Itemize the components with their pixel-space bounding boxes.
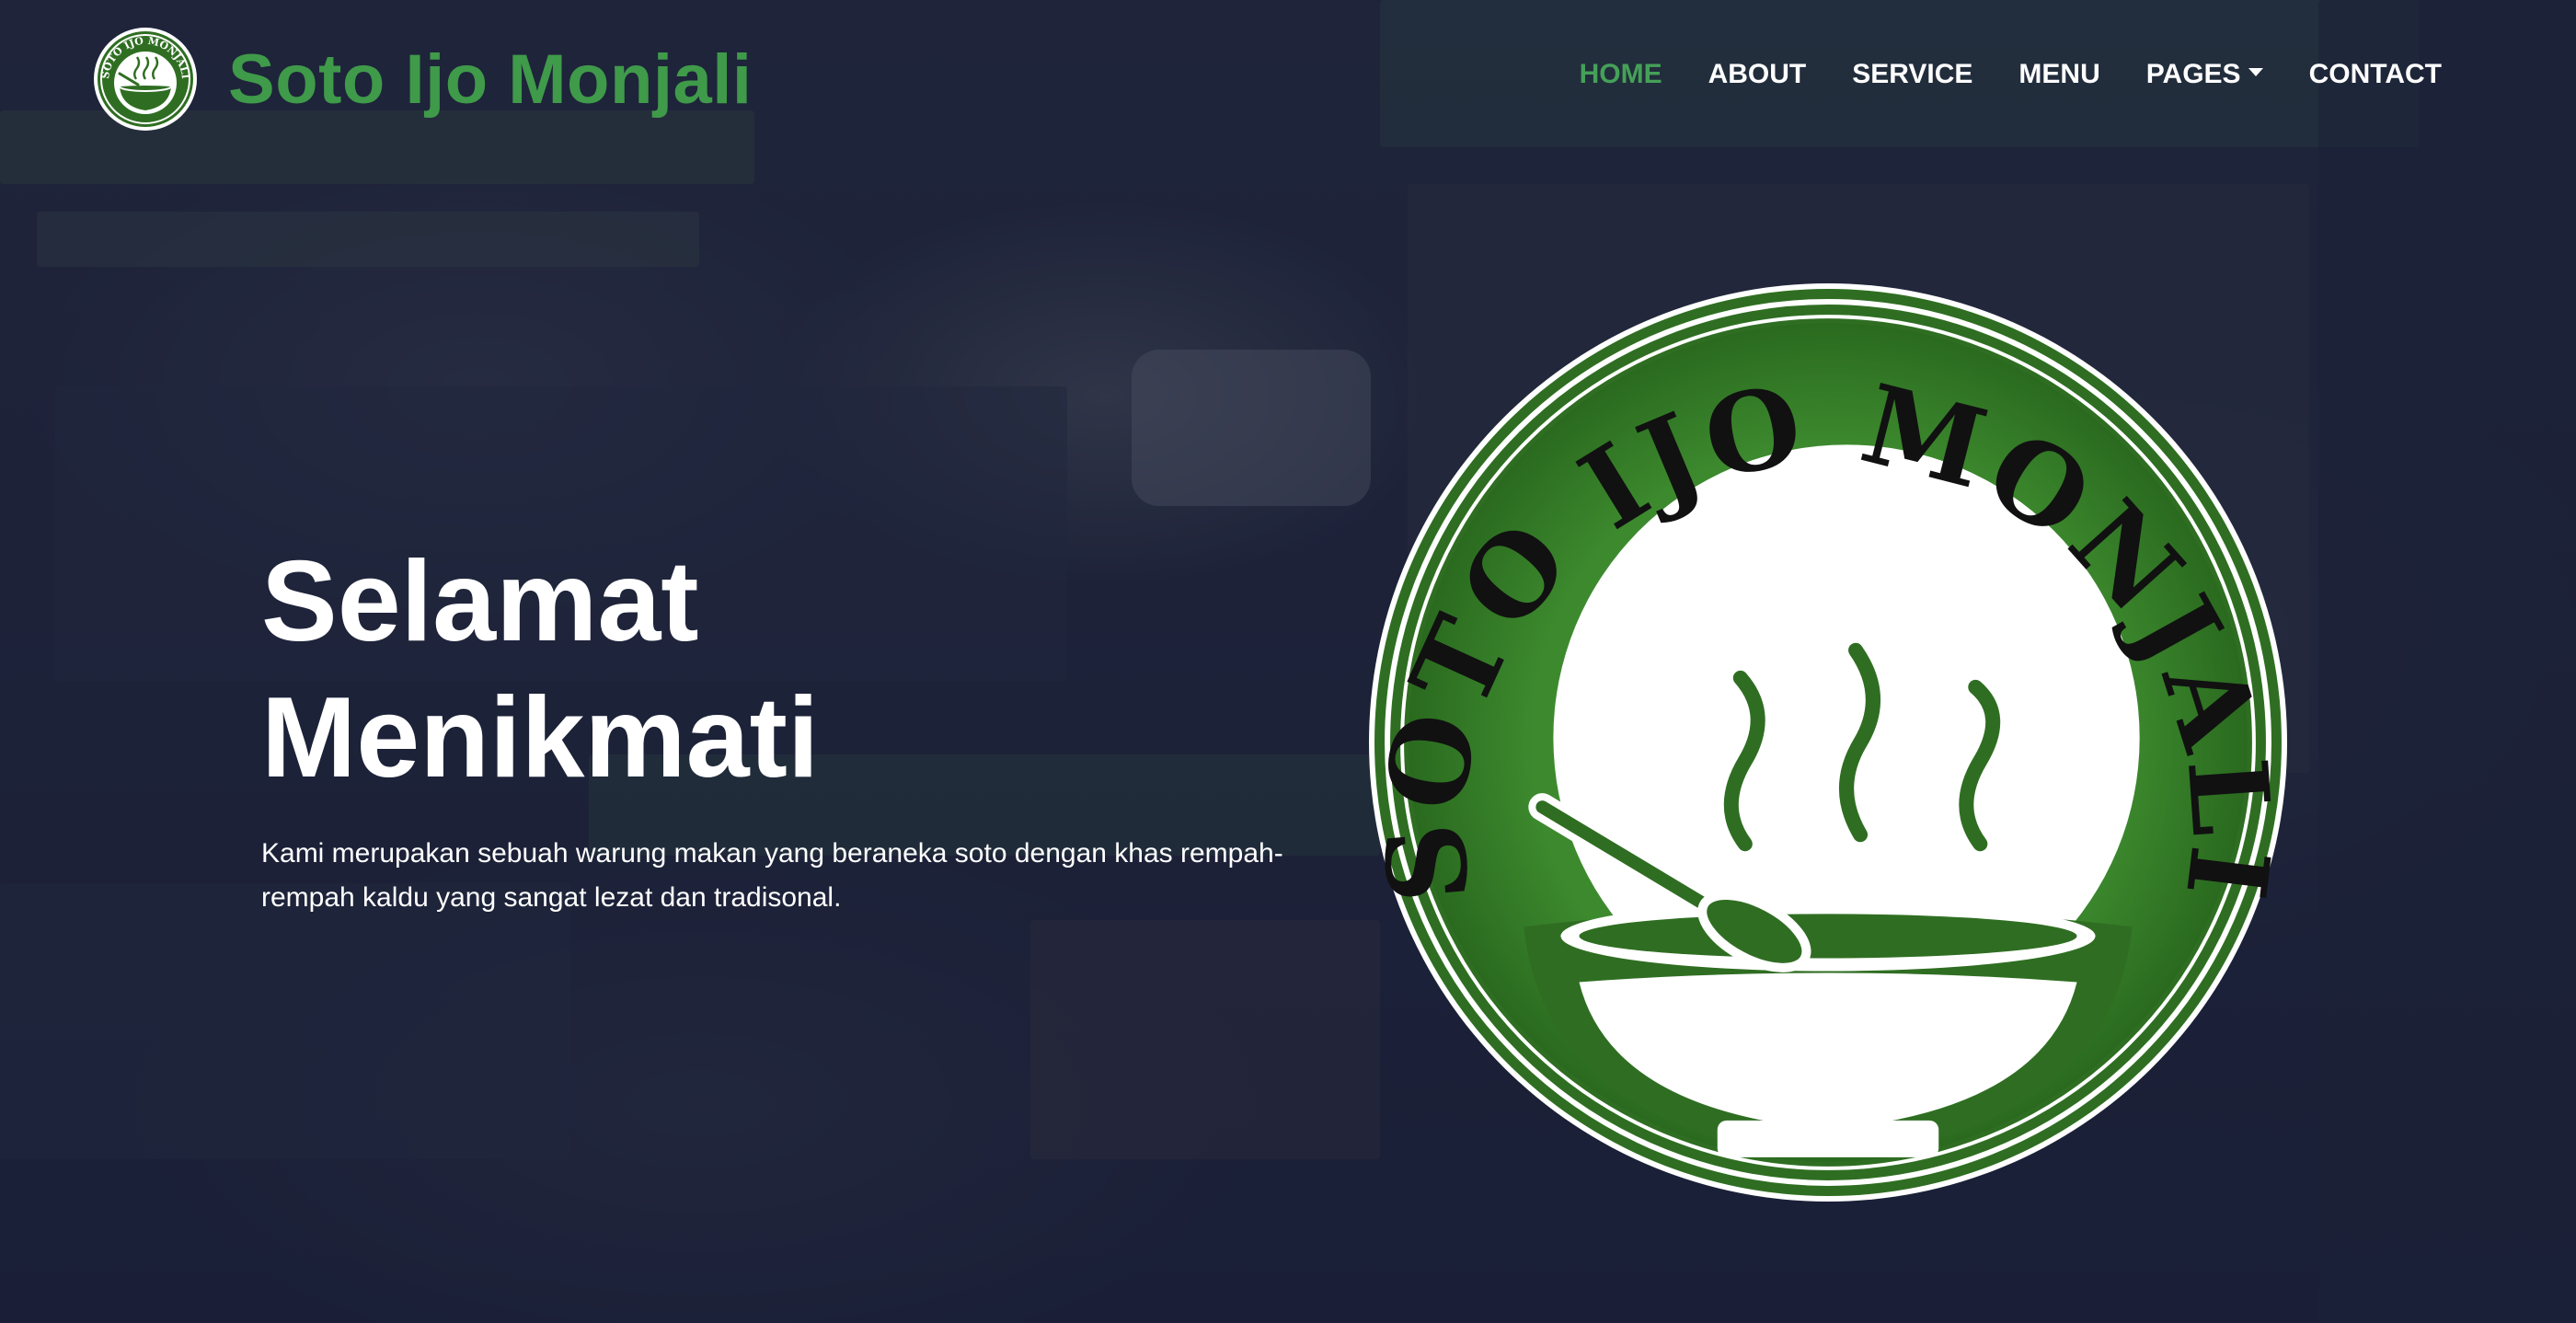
hero-description: Kami merupakan sebuah warung makan yang … — [261, 838, 1283, 913]
nav-menu: HOME ABOUT SERVICE MENU PAGES CONTACT — [1534, 59, 2442, 90]
hero-title: Selamat Menikmati — [261, 534, 1328, 806]
nav-item-home[interactable]: HOME — [1580, 59, 1662, 90]
nav-item-about[interactable]: ABOUT — [1708, 59, 1807, 90]
hero-section: SOTO IJO MONJALI Soto Ijo Monjali HOME A… — [0, 0, 2576, 1323]
nav-item-pages-label: PAGES — [2145, 59, 2241, 89]
nav-item-contact[interactable]: CONTACT — [2309, 59, 2442, 90]
brand-logo-icon: SOTO IJO MONJALI — [94, 28, 197, 131]
soto-ijo-monjali-emblem: SOTO IJO MONJALI — [1367, 283, 2289, 1202]
hero-text: Selamat Menikmati Kami merupakan sebuah … — [261, 534, 1328, 920]
hero-title-line-2: Menikmati — [261, 674, 820, 801]
brand-name[interactable]: Soto Ijo Monjali — [228, 40, 753, 120]
caret-down-icon — [2248, 67, 2263, 76]
navbar: SOTO IJO MONJALI Soto Ijo Monjali HOME A… — [0, 0, 2576, 158]
hero-title-line-1: Selamat — [261, 538, 699, 665]
brand-link[interactable]: SOTO IJO MONJALI Soto Ijo Monjali — [92, 26, 753, 132]
nav-item-service[interactable]: SERVICE — [1852, 59, 1972, 90]
nav-item-menu[interactable]: MENU — [2018, 59, 2099, 90]
nav-item-pages-dropdown[interactable]: PAGES — [2146, 59, 2263, 90]
